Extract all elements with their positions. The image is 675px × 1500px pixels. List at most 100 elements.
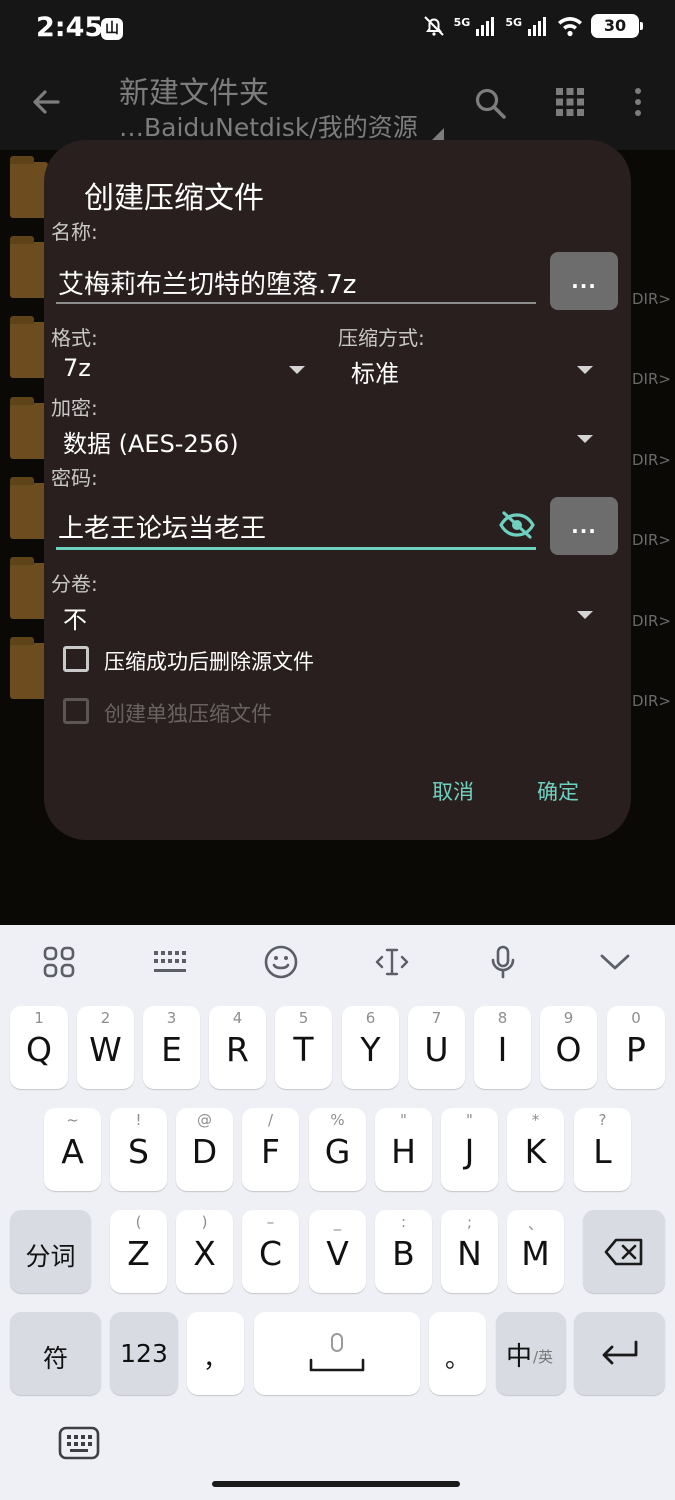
search-icon[interactable] bbox=[473, 86, 507, 124]
segment-key[interactable]: 分词 bbox=[10, 1210, 91, 1293]
encryption-dropdown-icon[interactable] bbox=[577, 435, 593, 443]
separate-archives-label: 创建单独压缩文件 bbox=[104, 702, 272, 726]
split-select[interactable]: 不 bbox=[63, 600, 87, 635]
microphone-icon[interactable] bbox=[483, 942, 523, 982]
delete-source-label[interactable]: 压缩成功后删除源文件 bbox=[104, 646, 314, 676]
name-label: 名称: bbox=[51, 220, 98, 244]
numbers-key[interactable]: 123 bbox=[110, 1312, 178, 1395]
key-u[interactable]: 7U bbox=[408, 1006, 465, 1089]
key-b[interactable]: :B bbox=[375, 1210, 432, 1293]
key-t[interactable]: 5T bbox=[275, 1006, 332, 1089]
grid-view-icon[interactable] bbox=[556, 88, 584, 120]
symbols-key[interactable]: 符 bbox=[10, 1312, 101, 1395]
key-f[interactable]: / F bbox=[242, 1108, 299, 1191]
key-z[interactable]: (Z bbox=[110, 1210, 167, 1293]
create-archive-dialog: 创建压缩文件 名称: 艾梅莉布兰切特的堕落.7z ... 格式: 7z 压缩方式… bbox=[44, 140, 631, 840]
password-input[interactable]: 上老王论坛当老王 bbox=[58, 508, 266, 545]
apps-grid-icon[interactable] bbox=[39, 942, 79, 982]
enter-key[interactable] bbox=[574, 1312, 665, 1395]
split-label: 分卷: bbox=[51, 572, 98, 596]
key-a[interactable]: ~ A bbox=[44, 1108, 101, 1191]
folder-icon bbox=[10, 637, 48, 699]
text-cursor-icon[interactable] bbox=[372, 942, 412, 982]
key-s[interactable]: ! S bbox=[110, 1108, 167, 1191]
key-j[interactable]: " J bbox=[441, 1108, 498, 1191]
ok-button[interactable]: 确定 bbox=[537, 776, 579, 806]
dir-tag: DIR> bbox=[632, 531, 671, 549]
enter-icon bbox=[600, 1339, 640, 1373]
key-i[interactable]: 8I bbox=[474, 1006, 531, 1089]
method-dropdown-icon[interactable] bbox=[577, 366, 593, 374]
wifi-icon bbox=[557, 15, 583, 37]
network-type-label: 5G bbox=[453, 16, 471, 29]
delete-source-checkbox[interactable] bbox=[63, 646, 89, 672]
collapse-chevron-icon[interactable] bbox=[595, 942, 635, 982]
battery-indicator: 30 bbox=[591, 14, 643, 38]
folder-icon bbox=[10, 557, 48, 619]
folder-icon bbox=[10, 397, 48, 459]
key-d[interactable]: @ D bbox=[176, 1108, 233, 1191]
period-key[interactable]: 。 bbox=[429, 1312, 486, 1395]
signal-icon bbox=[475, 15, 497, 37]
dir-tag: DIR> bbox=[632, 612, 671, 630]
key-e[interactable]: 3E bbox=[143, 1006, 200, 1089]
archive-name-input[interactable]: 艾梅莉布兰切特的堕落.7z bbox=[58, 264, 356, 301]
key-k[interactable]: * K bbox=[507, 1108, 564, 1191]
key-x[interactable]: ) X bbox=[176, 1210, 233, 1293]
browse-name-button[interactable]: ... bbox=[550, 252, 618, 310]
encryption-label: 加密: bbox=[51, 396, 98, 420]
emoji-icon[interactable] bbox=[261, 942, 301, 982]
space-key[interactable] bbox=[254, 1312, 420, 1395]
back-arrow-icon[interactable] bbox=[28, 84, 64, 124]
dialog-title: 创建压缩文件 bbox=[84, 181, 264, 216]
status-time: 2:45 bbox=[36, 12, 104, 43]
key-y[interactable]: 6Y bbox=[342, 1006, 399, 1089]
folder-icon bbox=[10, 156, 48, 218]
home-indicator[interactable] bbox=[212, 1481, 460, 1487]
key-w[interactable]: 2W bbox=[77, 1006, 134, 1089]
format-dropdown-icon[interactable] bbox=[289, 366, 305, 374]
dir-tag: DIR> bbox=[632, 451, 671, 469]
format-select[interactable]: 7z bbox=[63, 354, 91, 382]
key-c[interactable]: – C bbox=[242, 1210, 299, 1293]
dir-tag: DIR> bbox=[632, 370, 671, 388]
keyboard-layout-icon[interactable] bbox=[150, 942, 190, 982]
method-select[interactable]: 标准 bbox=[351, 354, 399, 389]
folder-icon bbox=[10, 477, 48, 539]
separate-archives-checkbox bbox=[63, 698, 89, 724]
dir-tag: DIR> bbox=[632, 692, 671, 710]
folder-path[interactable]: …BaiduNetdisk/我的资源 bbox=[119, 108, 418, 144]
language-switch-key[interactable]: 中 /英 bbox=[496, 1312, 566, 1395]
more-options-icon[interactable] bbox=[628, 86, 648, 122]
visibility-off-icon[interactable] bbox=[499, 510, 535, 544]
password-label: 密码: bbox=[51, 466, 98, 490]
keyboard-switch-icon[interactable] bbox=[58, 1425, 100, 1465]
folder-icon bbox=[10, 236, 48, 298]
encryption-select[interactable]: 数据 (AES-256) bbox=[63, 424, 239, 459]
key-o[interactable]: 9O bbox=[540, 1006, 597, 1089]
backspace-key[interactable] bbox=[583, 1210, 665, 1293]
app-notification-icon: 山 bbox=[101, 18, 123, 40]
key-v[interactable]: _ V bbox=[309, 1210, 366, 1293]
soft-keyboard: 1Q 2W 3E 4R 5T 6Y 7U 8I 9O 0P ~ A ! S @ D /… bbox=[0, 925, 675, 1500]
network-type-label-2: 5G bbox=[505, 16, 522, 29]
comma-key[interactable]: ， bbox=[187, 1312, 244, 1395]
key-q[interactable]: 1Q bbox=[10, 1006, 68, 1089]
password-options-button[interactable]: ... bbox=[550, 497, 618, 555]
name-underline bbox=[56, 302, 536, 304]
method-label: 压缩方式: bbox=[338, 326, 425, 350]
bell-muted-icon bbox=[422, 14, 446, 38]
key-h[interactable]: " H bbox=[375, 1108, 432, 1191]
key-p[interactable]: 0P bbox=[607, 1006, 665, 1089]
key-g[interactable]: % G bbox=[309, 1108, 366, 1191]
format-label: 格式: bbox=[51, 326, 98, 350]
folder-icon bbox=[10, 316, 48, 378]
space-mic-icon bbox=[309, 1332, 365, 1378]
cancel-button[interactable]: 取消 bbox=[432, 776, 474, 806]
key-m[interactable]: 、 M bbox=[507, 1210, 564, 1293]
key-l[interactable]: ? L bbox=[574, 1108, 631, 1191]
key-n[interactable]: ; N bbox=[441, 1210, 498, 1293]
dir-tag: DIR> bbox=[632, 290, 671, 308]
key-r[interactable]: 4R bbox=[209, 1006, 266, 1089]
split-dropdown-icon[interactable] bbox=[577, 611, 593, 619]
